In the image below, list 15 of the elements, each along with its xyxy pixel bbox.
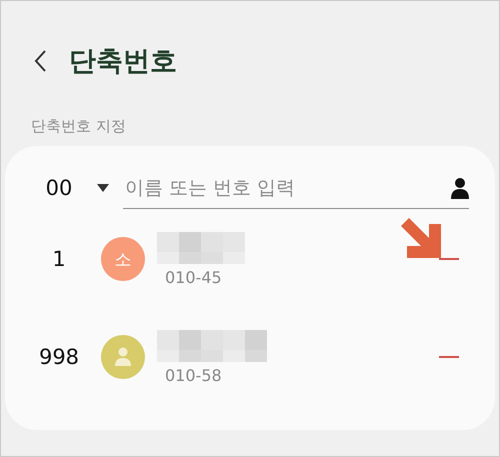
phone-number: 010-45 [164, 268, 223, 286]
contact-person-icon[interactable] [451, 176, 469, 198]
back-button[interactable] [33, 49, 47, 73]
minus-icon [439, 356, 459, 358]
contact-avatar: 소 [101, 237, 145, 281]
page-title: 단축번호 [69, 45, 177, 79]
speed-dial-number: 1 [51, 247, 67, 271]
phone-number: 010-58 [164, 366, 223, 384]
speed-dial-number: 00 [44, 176, 74, 200]
person-icon [115, 347, 131, 367]
minus-icon [439, 258, 459, 260]
contact-input-field[interactable]: 이름 또는 번호 입력 [123, 176, 451, 200]
speed-dial-number: 998 [38, 345, 80, 369]
section-label: 단축번호 지정 [31, 117, 127, 136]
dropdown-caret-icon[interactable] [97, 183, 109, 193]
